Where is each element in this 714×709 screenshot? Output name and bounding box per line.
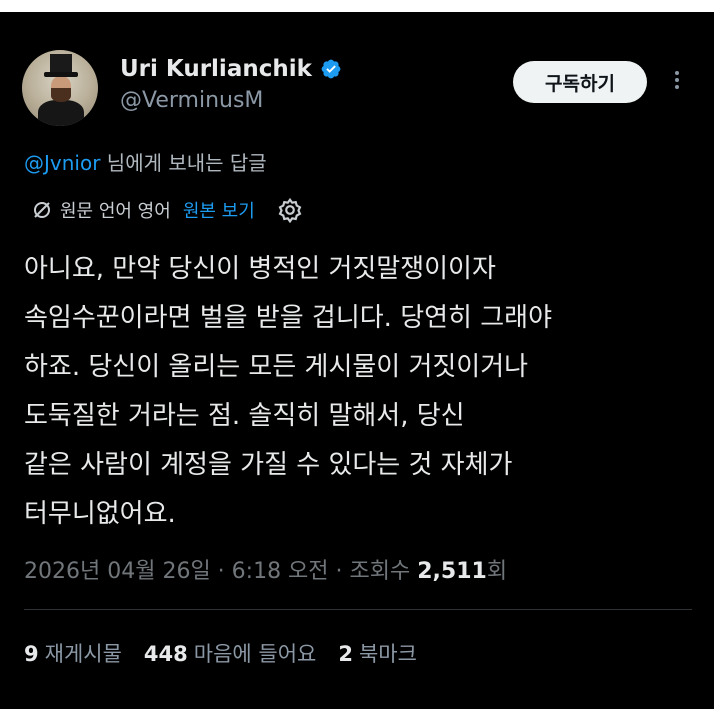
bookmarks-stat[interactable]: 2 북마크 <box>338 638 417 668</box>
reposts-stat[interactable]: 9 재게시물 <box>24 638 122 668</box>
tweet-line: 도둑질한 거라는 점. 솔직히 말해서, 당신 <box>24 401 465 431</box>
translation-bar: 원문 언어 영어 원본 보기 <box>30 197 303 223</box>
more-options-icon[interactable] <box>670 68 684 96</box>
top-bar <box>0 0 714 12</box>
engagement-stats: 9 재게시물 448 마음에 들어요 2 북마크 <box>24 638 417 668</box>
reply-suffix: 님에게 보내는 답글 <box>100 151 267 175</box>
subscribe-button[interactable]: 구독하기 <box>513 61 647 103</box>
display-name[interactable]: Uri Kurlianchik <box>120 56 312 82</box>
show-original-link[interactable]: 원본 보기 <box>183 197 255 223</box>
tweet-text: 아니요, 만약 당신이 병적인 거짓말쟁이이자 속임수꾼이라면 벌을 받을 겁니… <box>24 245 694 539</box>
translation-label: 원문 언어 영어 <box>60 201 171 222</box>
verified-badge-icon <box>321 59 341 79</box>
tweet-line: 같은 사람이 계정을 가질 수 있다는 것 자체가 <box>24 450 513 480</box>
view-count: 2,511 <box>417 559 487 584</box>
timestamp[interactable]: 2026년 04월 26일 · 6:18 오전 · 조회수 <box>24 559 417 584</box>
likes-stat[interactable]: 448 마음에 들어요 <box>144 638 316 668</box>
divider <box>24 609 692 610</box>
user-handle[interactable]: @VerminusM <box>120 88 263 113</box>
tweet-line: 아니요, 만약 당신이 병적인 거짓말쟁이이자 <box>24 254 496 284</box>
translate-slash-icon <box>34 202 50 218</box>
display-name-row[interactable]: Uri Kurlianchik <box>120 56 342 82</box>
reply-mention-link[interactable]: @Jvnior <box>24 151 100 175</box>
tweet-line: 속임수꾼이라면 벌을 받을 겁니다. 당연히 그래야 <box>24 303 552 333</box>
tweet-line: 하죠. 당신이 올리는 모든 게시물이 거짓이거나 <box>24 352 529 382</box>
avatar[interactable] <box>22 50 98 126</box>
tweet-line: 터무니없어요. <box>24 499 176 529</box>
gear-icon[interactable] <box>277 197 303 223</box>
view-count-suffix: 회 <box>486 559 508 584</box>
reply-context: @Jvnior 님에게 보내는 답글 <box>24 147 267 176</box>
tweet-meta: 2026년 04월 26일 · 6:18 오전 · 조회수 2,511회 <box>24 553 507 585</box>
